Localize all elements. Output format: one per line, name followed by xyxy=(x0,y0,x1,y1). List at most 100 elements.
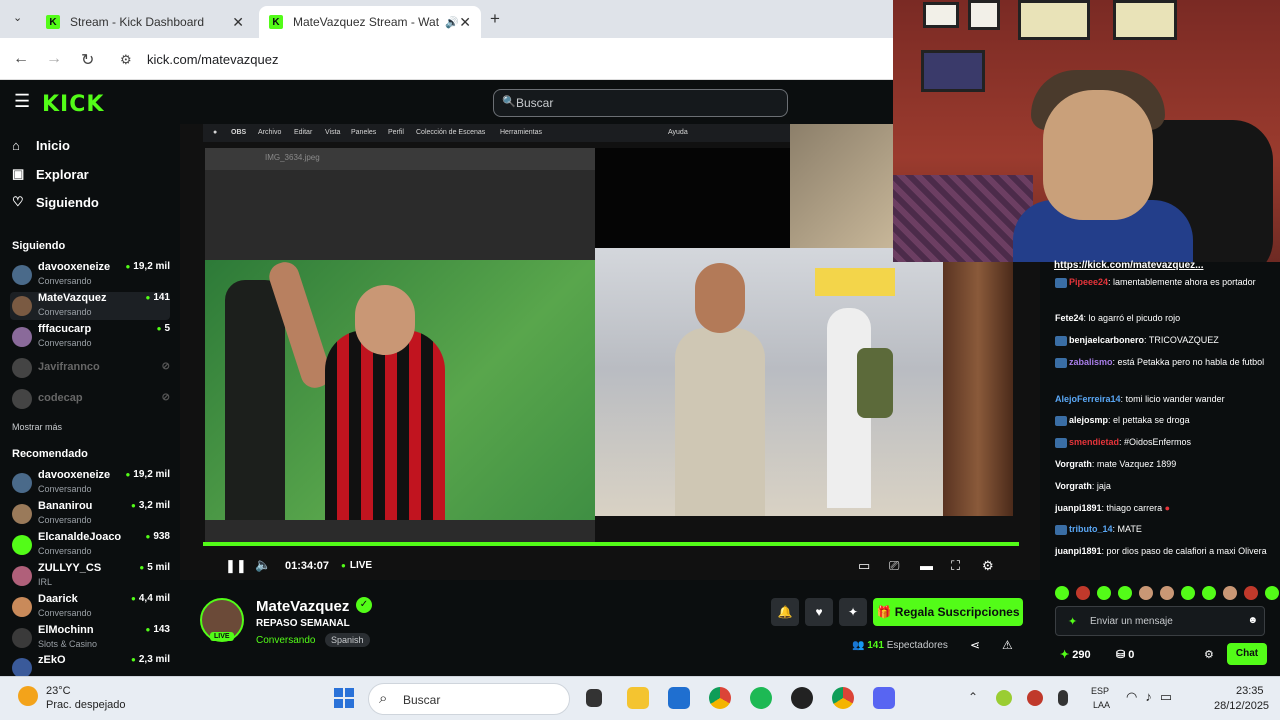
keyboard-layout[interactable]: LAA xyxy=(1093,700,1110,710)
volume-icon[interactable]: 🔈 xyxy=(255,557,271,573)
sidebar-channel[interactable]: davooxeneize Conversando 19,2 mil xyxy=(10,469,170,497)
emote-icon[interactable] xyxy=(1265,586,1279,600)
share-icon[interactable]: ⋖ xyxy=(970,638,980,652)
follow-button[interactable]: ♥ xyxy=(805,598,833,626)
sidebar-channel[interactable]: ElMochinn Slots & Casino 143 xyxy=(10,624,170,652)
chat-username[interactable]: Vorgrath xyxy=(1055,459,1092,469)
emote-icon[interactable] xyxy=(1118,586,1132,600)
streamer-name[interactable]: MateVazquez xyxy=(256,598,349,615)
taskbar-search[interactable]: ⌕ Buscar xyxy=(368,683,570,715)
chat-username[interactable]: AlejoFerreira14 xyxy=(1055,394,1121,404)
reload-icon[interactable]: ↻ xyxy=(81,50,94,70)
settings-icon[interactable]: ⚙ xyxy=(982,558,994,574)
chat-username[interactable]: benjaelcarbonero xyxy=(1069,335,1144,345)
clock-date[interactable]: 28/12/2025 xyxy=(1214,700,1269,712)
search-input[interactable]: 🔍 Buscar xyxy=(493,89,788,117)
nav-explorar[interactable]: ▣ Explorar xyxy=(12,166,89,182)
temperature[interactable]: 23°C xyxy=(46,685,71,697)
back-icon[interactable]: ← xyxy=(13,50,29,68)
tray-chevron-icon[interactable]: ⌃ xyxy=(968,690,978,704)
language-indicator[interactable]: ESP xyxy=(1091,686,1109,696)
chat-username[interactable]: Vorgrath xyxy=(1055,481,1092,491)
emote-icon[interactable] xyxy=(1244,586,1258,600)
chat-username[interactable]: tributo_14 xyxy=(1069,524,1113,534)
chat-username[interactable]: Fete24 xyxy=(1055,313,1084,323)
nav-inicio[interactable]: ⌂ Inicio xyxy=(12,138,70,153)
chat-input[interactable]: ✦ Enviar un mensaje ☻ xyxy=(1055,606,1265,636)
progress-bar[interactable] xyxy=(203,542,1019,546)
tray-app-icon[interactable] xyxy=(996,690,1012,706)
emote-icon[interactable] xyxy=(1139,586,1153,600)
menu-icon[interactable]: ☰ xyxy=(14,91,30,112)
obs-icon[interactable] xyxy=(791,687,813,709)
chat-username[interactable]: smendietad xyxy=(1069,437,1119,447)
sidebar-channel[interactable]: fffacucarp Conversando 5 xyxy=(10,323,170,351)
emote-icon[interactable] xyxy=(1097,586,1111,600)
tab-list-chevron-icon[interactable]: ⌄ xyxy=(13,11,22,24)
sidebar-channel-offline[interactable]: codecap ⊘ xyxy=(10,385,170,413)
forward-icon[interactable]: → xyxy=(46,50,62,68)
sidebar-channel[interactable]: Daarick Conversando 4,4 mil xyxy=(10,593,170,621)
sidebar-channel[interactable]: davooxeneize Conversando 19,2 mil xyxy=(10,261,170,289)
emote-icon[interactable] xyxy=(1160,586,1174,600)
spotify-icon[interactable] xyxy=(750,687,772,709)
tab-matevazquez-stream[interactable]: K MateVazquez Stream - Wat 🔊 ✕ xyxy=(259,6,481,38)
chrome-icon[interactable] xyxy=(709,687,731,709)
show-more-link[interactable]: Mostrar más xyxy=(12,422,62,432)
task-view-icon[interactable] xyxy=(586,689,602,707)
theater-icon[interactable]: ▬ xyxy=(920,558,933,573)
site-info-icon[interactable]: ⚙ xyxy=(120,52,132,68)
chrome-active-icon[interactable] xyxy=(832,687,854,709)
chat-username[interactable]: zabalismo xyxy=(1069,357,1113,367)
fullscreen-icon[interactable]: ⛶ xyxy=(951,558,960,574)
url-field[interactable]: kick.com/matevazquez xyxy=(147,52,279,67)
channel-points[interactable]: ✦ 290 xyxy=(1060,648,1091,661)
chat-send-button[interactable]: Chat xyxy=(1227,643,1267,665)
chat-username[interactable]: Pipeee24 xyxy=(1069,277,1108,287)
microphone-icon[interactable] xyxy=(1058,690,1068,706)
file-explorer-icon[interactable] xyxy=(627,687,649,709)
kick-logo[interactable]: KICK xyxy=(42,92,104,117)
live-indicator[interactable]: LIVE xyxy=(341,560,372,571)
gift-button[interactable]: ✦ xyxy=(839,598,867,626)
sidebar-channel[interactable]: ElcanaldeJoaco Conversando 938 xyxy=(10,531,170,559)
chat-settings-icon[interactable]: ⚙ xyxy=(1204,648,1214,661)
network-volume-battery-icon[interactable]: ◠♪▭ xyxy=(1126,689,1180,705)
pinned-link[interactable]: https://kick.com/matevazquez... xyxy=(1054,260,1204,271)
new-tab-button[interactable]: + xyxy=(490,9,500,29)
discord-icon[interactable] xyxy=(873,687,895,709)
pip-icon[interactable]: ▭ xyxy=(858,558,870,574)
sidebar-channel-offline[interactable]: Javifrannco ⊘ xyxy=(10,354,170,382)
start-icon[interactable] xyxy=(334,688,354,708)
close-tab-icon[interactable]: ✕ xyxy=(232,14,244,31)
notification-button[interactable]: 🔔 xyxy=(771,598,799,626)
weather-icon[interactable] xyxy=(18,686,38,706)
gift-points[interactable]: ⛁ 0 xyxy=(1116,648,1134,661)
tray-app-icon[interactable] xyxy=(1027,690,1043,706)
report-icon[interactable]: ⚠ xyxy=(1002,638,1013,652)
emote-icon[interactable] xyxy=(1202,586,1216,600)
emoji-icon[interactable]: ☻ xyxy=(1247,615,1258,626)
sidebar-channel[interactable]: ZULLYY_CS IRL 5 mil xyxy=(10,562,170,590)
chat-username[interactable]: alejosmp xyxy=(1069,415,1108,425)
language-tag[interactable]: Spanish xyxy=(325,633,370,647)
weather-desc[interactable]: Prac. despejado xyxy=(46,699,126,711)
sidebar-channel[interactable]: MateVazquez Conversando 141 xyxy=(10,292,170,320)
chat-username[interactable]: juanpi1891 xyxy=(1055,503,1102,513)
emote-icon[interactable] xyxy=(1181,586,1195,600)
nav-siguiendo[interactable]: ♡ Siguiendo xyxy=(12,194,99,210)
emote-icon[interactable] xyxy=(1223,586,1237,600)
sidebar-channel[interactable]: Bananirou Conversando 3,2 mil xyxy=(10,500,170,528)
outlook-icon[interactable] xyxy=(668,687,690,709)
close-tab-icon[interactable]: ✕ xyxy=(459,14,471,31)
stream-category[interactable]: Conversando xyxy=(256,635,315,646)
tab-kick-dashboard[interactable]: K Stream - Kick Dashboard ✕ xyxy=(36,6,254,38)
emote-icon[interactable] xyxy=(1055,586,1069,600)
gift-subscriptions-button[interactable]: 🎁 Regala Suscripciones xyxy=(873,598,1023,626)
emote-icon[interactable] xyxy=(1076,586,1090,600)
tab-audio-icon[interactable]: 🔊 xyxy=(445,16,459,29)
sidebar-channel[interactable]: zEkO 2,3 mil xyxy=(10,654,170,678)
pause-icon[interactable]: ❚❚ xyxy=(225,558,247,574)
clip-icon[interactable]: ⎚ xyxy=(889,558,899,574)
clock-time[interactable]: 23:35 xyxy=(1236,685,1264,697)
